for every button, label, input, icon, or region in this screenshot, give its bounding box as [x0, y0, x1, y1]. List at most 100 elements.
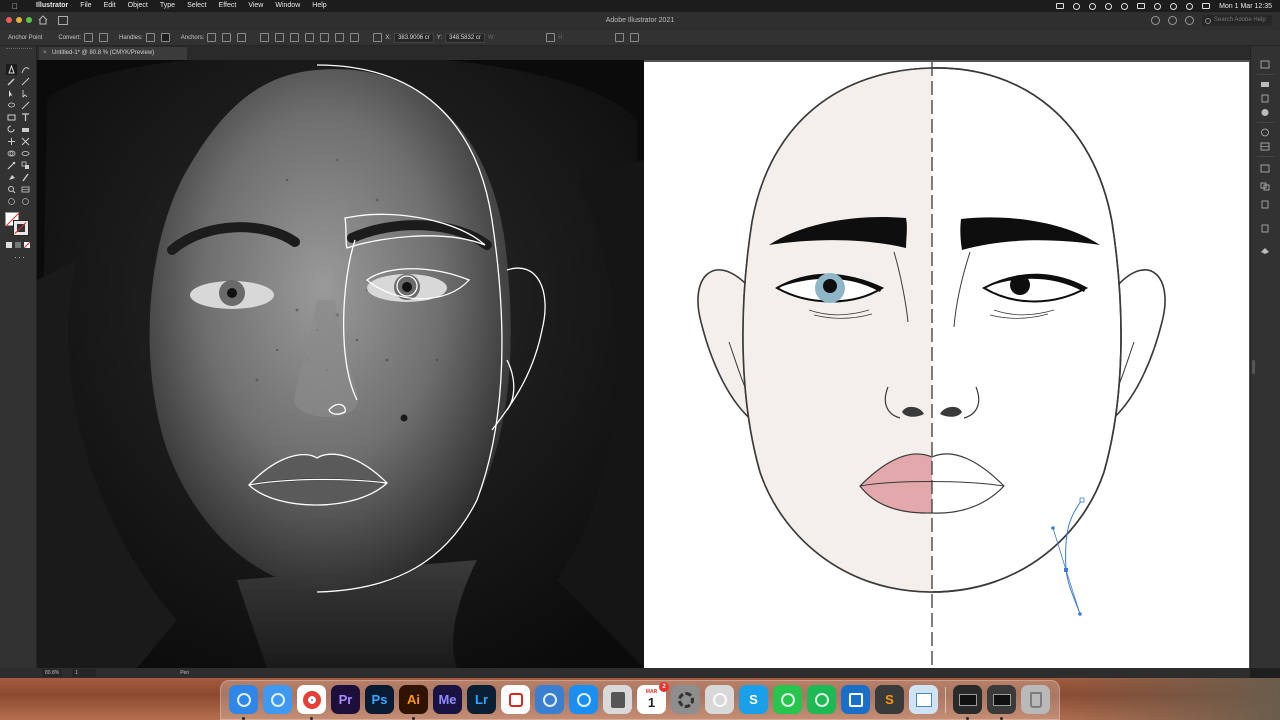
dock-app-photoshop[interactable]: Ps	[365, 685, 394, 714]
convert-corner-button[interactable]	[84, 33, 94, 42]
dock-app-illustrator[interactable]: Ai	[399, 685, 428, 714]
close-tab-icon[interactable]: ×	[43, 47, 47, 60]
vertical-scrollbar[interactable]	[1252, 360, 1255, 374]
eraser-tool-icon[interactable]	[21, 125, 30, 134]
eyedropper-tool-icon[interactable]	[7, 161, 16, 170]
stroke-swatch[interactable]	[13, 220, 29, 236]
dock-app-lightroom[interactable]: Lr	[467, 685, 496, 714]
libraries-panel-icon[interactable]	[1260, 94, 1270, 103]
reference-point-icon[interactable]	[373, 33, 383, 42]
selection-tool-icon[interactable]	[7, 89, 16, 98]
arrange-icon[interactable]	[1168, 16, 1177, 25]
show-handles-button[interactable]	[145, 33, 155, 42]
convert-smooth-button[interactable]	[99, 33, 109, 42]
zoom-level-field[interactable]: 80.8%	[42, 669, 63, 677]
search-status-icon[interactable]	[1186, 2, 1194, 10]
dock-app-trello[interactable]	[841, 685, 870, 714]
menu-type[interactable]: Type	[154, 0, 181, 12]
lasso-tool-icon[interactable]	[7, 101, 16, 110]
play-status-icon[interactable]	[1105, 2, 1113, 10]
menu-file[interactable]: File	[74, 0, 97, 12]
remove-anchor-button[interactable]	[207, 33, 217, 42]
canvas-area[interactable]	[37, 60, 1250, 668]
menu-help[interactable]: Help	[306, 0, 332, 12]
symbol-sprayer-tool-icon[interactable]	[21, 173, 30, 182]
dock-app-skype[interactable]: S	[739, 685, 768, 714]
cut-path-button[interactable]	[237, 33, 247, 42]
menu-edit[interactable]: Edit	[98, 0, 122, 12]
pathfinder-panel-icon[interactable]	[1260, 182, 1270, 191]
brush-tool-icon[interactable]	[7, 77, 16, 86]
color-panel-icon[interactable]	[1260, 128, 1270, 137]
pen-tool-icon[interactable]	[6, 64, 17, 75]
align-center-button[interactable]	[290, 33, 300, 42]
direct-selection-tool-icon[interactable]	[21, 89, 30, 98]
x-coordinate-field[interactable]: 383.9006 cr	[394, 32, 434, 43]
align-middle-button[interactable]	[335, 33, 345, 42]
y-coordinate-field[interactable]: 348.5832 cr	[445, 32, 485, 43]
menu-select[interactable]: Select	[181, 0, 212, 12]
menu-view[interactable]: View	[242, 0, 269, 12]
edit-toolbar-icon[interactable]: ···	[14, 252, 26, 262]
creative-cloud-status-icon[interactable]	[1073, 2, 1081, 10]
dock-app-media-encoder[interactable]: Me	[433, 685, 462, 714]
cloud-doc-icon[interactable]	[1185, 16, 1194, 25]
dock-app-acrobat[interactable]	[501, 685, 530, 714]
constrain-link-icon[interactable]	[546, 33, 556, 42]
hide-handles-button[interactable]	[160, 33, 170, 42]
asset-export-panel-icon[interactable]	[1260, 224, 1270, 233]
menu-effect[interactable]: Effect	[213, 0, 243, 12]
perspective-tool-icon[interactable]	[21, 149, 30, 158]
pencil-tool-icon[interactable]	[21, 77, 30, 86]
tools-panel-grip[interactable]	[6, 48, 32, 52]
align-right-button[interactable]	[305, 33, 315, 42]
align-top-button[interactable]	[320, 33, 330, 42]
artboards-panel-icon[interactable]	[1260, 246, 1270, 255]
dock-app-premiere-pro[interactable]: Pr	[331, 685, 360, 714]
share-icon[interactable]	[1151, 16, 1160, 25]
shape-builder-tool-icon[interactable]	[7, 149, 16, 158]
dock-app-quicktime[interactable]	[705, 685, 734, 714]
isolate-button[interactable]	[260, 33, 270, 42]
transform-panel-icon[interactable]	[1260, 200, 1270, 209]
artboard-tool-icon[interactable]	[21, 197, 30, 206]
align-bottom-button[interactable]	[350, 33, 360, 42]
document-tab[interactable]: × Untitled-1* @ 80.8 % (CMYK/Preview)	[39, 47, 187, 60]
dock-app-screenshot-window[interactable]	[953, 685, 982, 714]
line-tool-icon[interactable]	[21, 101, 30, 110]
dock-app-chrome[interactable]	[297, 685, 326, 714]
scissors-tool-icon[interactable]	[21, 137, 30, 146]
dock-app-spotify[interactable]	[807, 685, 836, 714]
dock-app-app-store[interactable]	[569, 685, 598, 714]
cloud-status-icon[interactable]	[1089, 2, 1097, 10]
color-mode-icon[interactable]	[5, 241, 14, 250]
apple-menu-icon[interactable]: 	[12, 2, 20, 11]
artboard-number-field[interactable]: 1	[72, 669, 97, 677]
shield-status-icon[interactable]	[1056, 3, 1065, 9]
transform-icon[interactable]	[615, 33, 625, 42]
swatches-panel-icon[interactable]	[1260, 142, 1270, 151]
appearance-panel-icon[interactable]	[1260, 108, 1270, 117]
live-paint-tool-icon[interactable]	[7, 173, 16, 182]
align-left-button[interactable]	[275, 33, 285, 42]
export-panel-icon[interactable]	[1260, 164, 1270, 173]
gradient-mode-icon[interactable]	[14, 241, 23, 250]
connect-anchor-button[interactable]	[222, 33, 232, 42]
dock-app-whatsapp[interactable]	[773, 685, 802, 714]
type-tool-icon[interactable]	[21, 113, 30, 122]
rotate-tool-icon[interactable]	[7, 125, 16, 134]
control-center-icon[interactable]	[1202, 3, 1211, 9]
dock-app-mail-migration[interactable]	[535, 685, 564, 714]
dock-app-calendar[interactable]: MAR 1 2	[637, 682, 669, 714]
dock-app-trash[interactable]	[1021, 685, 1050, 714]
menu-object[interactable]: Object	[122, 0, 154, 12]
properties-panel-icon[interactable]	[1260, 60, 1270, 69]
rectangle-tool-icon[interactable]	[7, 113, 16, 122]
hand-tool-icon[interactable]	[7, 197, 16, 206]
bluetooth-status-icon[interactable]	[1137, 3, 1146, 9]
reference-photo[interactable]	[37, 60, 644, 668]
menu-clock[interactable]: Mon 1 Mar 12:35	[1219, 3, 1272, 10]
none-mode-icon[interactable]	[23, 241, 32, 250]
dock-app-calculator[interactable]	[603, 685, 632, 714]
clock-status-icon[interactable]	[1170, 2, 1178, 10]
